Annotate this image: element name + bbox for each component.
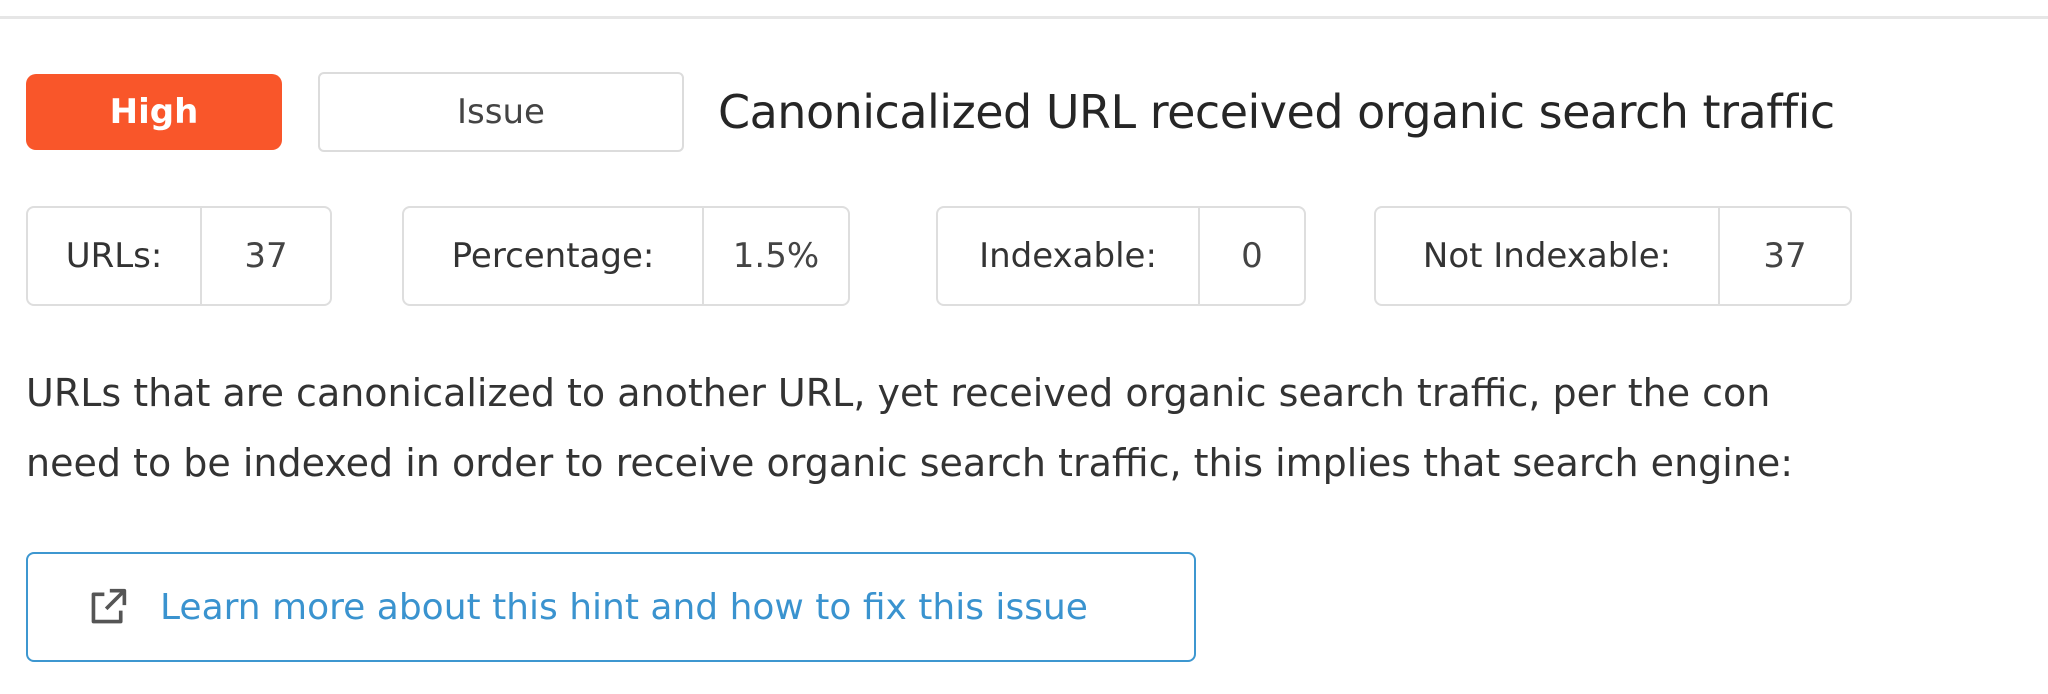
stat-percentage: Percentage: 1.5% xyxy=(402,206,850,306)
stat-label: Percentage: xyxy=(404,208,704,304)
stat-indexable: Indexable: 0 xyxy=(936,206,1306,306)
description-line: URLs that are canonicalized to another U… xyxy=(26,371,1771,415)
hint-type-badge: Issue xyxy=(318,72,684,152)
hint-panel: High Issue Canonicalized URL received or… xyxy=(0,0,2048,694)
stat-label: Not Indexable: xyxy=(1376,208,1720,304)
stat-urls: URLs: 37 xyxy=(26,206,332,306)
top-divider xyxy=(0,16,2048,19)
priority-badge: High xyxy=(26,74,282,150)
stat-not-indexable: Not Indexable: 37 xyxy=(1374,206,1852,306)
hint-description: URLs that are canonicalized to another U… xyxy=(26,358,2048,498)
stat-label: Indexable: xyxy=(938,208,1200,304)
stat-value: 37 xyxy=(244,236,288,276)
external-link-icon xyxy=(91,588,127,624)
stat-value: 1.5% xyxy=(732,236,820,276)
learn-more-button[interactable]: Learn more about this hint and how to fi… xyxy=(26,552,1196,662)
learn-more-label: Learn more about this hint and how to fi… xyxy=(160,586,1088,628)
stat-value: 0 xyxy=(1241,236,1263,276)
stat-value: 37 xyxy=(1763,236,1807,276)
description-line: need to be indexed in order to receive o… xyxy=(26,441,1794,485)
stat-label: URLs: xyxy=(28,208,202,304)
hint-header: High Issue Canonicalized URL received or… xyxy=(26,72,1835,152)
hint-title: Canonicalized URL received organic searc… xyxy=(718,85,1835,139)
